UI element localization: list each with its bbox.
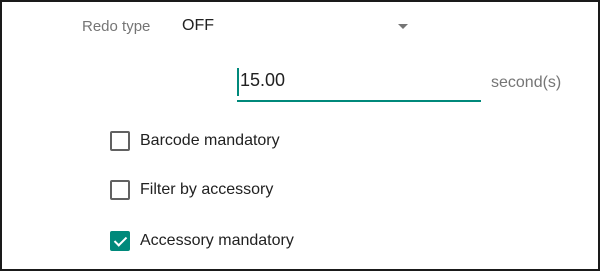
filter-by-accessory-option[interactable]: Filter by accessory [110, 178, 273, 202]
redo-type-dropdown[interactable]: OFF [182, 14, 412, 42]
seconds-input-value: 15.00 [240, 70, 286, 90]
barcode-mandatory-checkbox[interactable] [110, 131, 130, 151]
barcode-mandatory-option[interactable]: Barcode mandatory [110, 129, 280, 153]
seconds-input[interactable]: 15.00 [237, 66, 481, 102]
accessory-mandatory-checkbox[interactable] [110, 231, 130, 251]
accessory-mandatory-label: Accessory mandatory [140, 232, 294, 249]
seconds-input-underline [237, 100, 481, 102]
text-caret [237, 68, 239, 96]
settings-panel: Redo type OFF 15.00 second(s) Barcode ma… [0, 0, 600, 271]
redo-type-row: Redo type OFF [82, 14, 412, 42]
barcode-mandatory-label: Barcode mandatory [140, 132, 280, 149]
dropdown-arrow-icon [398, 24, 408, 29]
filter-by-accessory-label: Filter by accessory [140, 181, 274, 198]
seconds-unit-label: second(s) [491, 74, 562, 91]
filter-by-accessory-checkbox[interactable] [110, 180, 130, 200]
accessory-mandatory-option[interactable]: Accessory mandatory [110, 229, 294, 253]
redo-type-label: Redo type [82, 18, 151, 35]
redo-type-value: OFF [182, 17, 214, 34]
